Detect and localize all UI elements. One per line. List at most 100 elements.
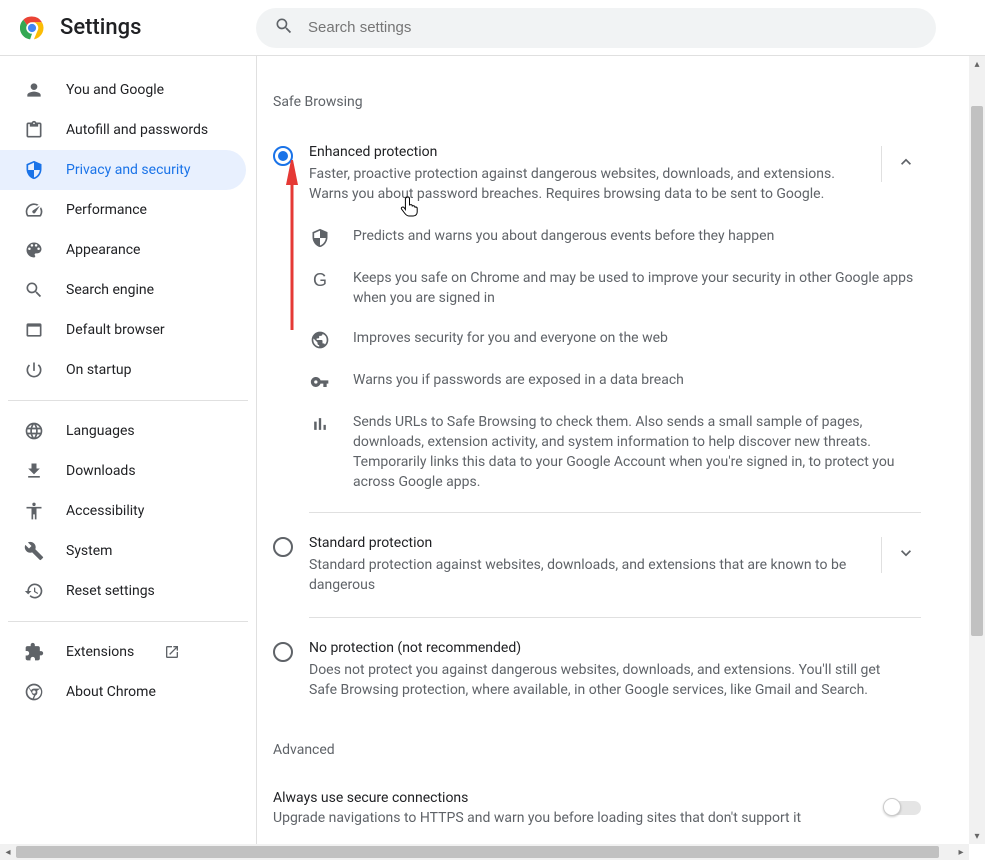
sidebar-item-you-and-google[interactable]: You and Google — [0, 70, 246, 110]
palette-icon — [24, 240, 44, 260]
option-desc: Does not protect you against dangerous w… — [309, 660, 911, 700]
detail-row: G Keeps you safe on Chrome and may be us… — [309, 258, 921, 318]
option-no-protection[interactable]: No protection (not recommended) Does not… — [273, 628, 921, 712]
sidebar-item-label: Accessibility — [66, 503, 144, 519]
sidebar-item-label: Search engine — [66, 282, 154, 298]
divider — [309, 617, 921, 618]
chevron-down-icon — [896, 543, 916, 567]
sidebar-item-label: Downloads — [66, 463, 136, 479]
globe-icon — [24, 421, 44, 441]
speedometer-icon — [24, 200, 44, 220]
sidebar: You and Google Autofill and passwords Pr… — [0, 56, 256, 860]
search-icon — [24, 280, 44, 300]
sidebar-item-label: Reset settings — [66, 583, 155, 599]
sidebar-item-default-browser[interactable]: Default browser — [0, 310, 246, 350]
section-heading: Safe Browsing — [273, 94, 921, 110]
sidebar-item-search-engine[interactable]: Search engine — [0, 270, 246, 310]
scrollbar-thumb[interactable] — [16, 846, 939, 858]
sidebar-item-label: Default browser — [66, 322, 165, 338]
detail-text: Sends URLs to Safe Browsing to check the… — [353, 412, 921, 492]
detail-text: Warns you if passwords are exposed in a … — [353, 370, 684, 390]
chevron-up-icon — [896, 152, 916, 176]
horizontal-scrollbar[interactable]: ◂ ▸ — [0, 844, 969, 860]
sidebar-item-label: Languages — [66, 423, 135, 439]
shield-icon — [24, 160, 44, 180]
sidebar-item-accessibility[interactable]: Accessibility — [0, 491, 246, 531]
sidebar-item-reset[interactable]: Reset settings — [0, 571, 246, 611]
toggle-title: Always use secure connections — [273, 790, 869, 806]
download-icon — [24, 461, 44, 481]
sidebar-item-label: You and Google — [66, 82, 164, 98]
collapse-button[interactable] — [881, 146, 917, 182]
detail-text: Improves security for you and everyone o… — [353, 328, 668, 348]
scroll-left-icon[interactable]: ◂ — [0, 844, 16, 860]
sidebar-item-label: Privacy and security — [66, 162, 190, 178]
detail-text: Keeps you safe on Chrome and may be used… — [353, 268, 921, 308]
option-standard-protection[interactable]: Standard protection Standard protection … — [273, 523, 921, 607]
sidebar-item-appearance[interactable]: Appearance — [0, 230, 246, 270]
radio-standard[interactable] — [273, 537, 293, 557]
divider — [309, 512, 921, 513]
toggle-row-https: Always use secure connections Upgrade na… — [273, 778, 921, 838]
detail-row: Predicts and warns you about dangerous e… — [309, 216, 921, 258]
toggle-desc: Upgrade navigations to HTTPS and warn yo… — [273, 810, 869, 826]
sidebar-item-extensions[interactable]: Extensions — [0, 632, 246, 672]
expand-button[interactable] — [881, 537, 917, 573]
sidebar-item-system[interactable]: System — [0, 531, 246, 571]
sidebar-item-label: System — [66, 543, 112, 559]
sidebar-item-downloads[interactable]: Downloads — [0, 451, 246, 491]
header: Settings — [0, 0, 985, 56]
public-icon — [309, 330, 331, 350]
toggle-https[interactable] — [885, 801, 921, 815]
radio-none[interactable] — [273, 642, 293, 662]
search-box[interactable] — [256, 8, 936, 48]
vertical-scrollbar[interactable]: ▴ ▾ — [969, 56, 985, 844]
clipboard-icon — [24, 120, 44, 140]
sidebar-item-on-startup[interactable]: On startup — [0, 350, 246, 390]
bar-chart-icon — [309, 414, 331, 434]
sidebar-item-performance[interactable]: Performance — [0, 190, 246, 230]
extension-icon — [24, 642, 44, 662]
shield-icon — [309, 228, 331, 248]
option-desc: Faster, proactive protection against dan… — [309, 164, 869, 204]
advanced-heading: Advanced — [273, 742, 921, 758]
sidebar-item-languages[interactable]: Languages — [0, 411, 246, 451]
scroll-up-icon[interactable]: ▴ — [969, 56, 985, 72]
divider — [8, 400, 248, 401]
divider — [8, 621, 248, 622]
sidebar-item-label: Autofill and passwords — [66, 122, 208, 138]
sidebar-item-label: About Chrome — [66, 684, 156, 700]
wrench-icon — [24, 541, 44, 561]
google-g-icon: G — [309, 270, 331, 291]
option-enhanced-protection[interactable]: Enhanced protection Faster, proactive pr… — [273, 132, 921, 216]
detail-row: Improves security for you and everyone o… — [309, 318, 921, 360]
search-icon — [274, 16, 294, 40]
accessibility-icon — [24, 501, 44, 521]
power-icon — [24, 360, 44, 380]
sidebar-item-label: Appearance — [66, 242, 140, 258]
person-icon — [24, 80, 44, 100]
browser-window-icon — [24, 320, 44, 340]
sidebar-item-label: On startup — [66, 362, 132, 378]
chrome-logo-icon — [20, 16, 44, 40]
detail-text: Predicts and warns you about dangerous e… — [353, 226, 774, 246]
radio-enhanced[interactable] — [273, 146, 293, 166]
option-title: Enhanced protection — [309, 144, 869, 160]
restore-icon — [24, 581, 44, 601]
option-title: No protection (not recommended) — [309, 640, 911, 656]
scroll-down-icon[interactable]: ▾ — [969, 828, 985, 844]
option-title: Standard protection — [309, 535, 869, 551]
content-area: Safe Browsing Enhanced protection Faster… — [256, 56, 985, 860]
option-desc: Standard protection against websites, do… — [309, 555, 869, 595]
scroll-right-icon[interactable]: ▸ — [953, 844, 969, 860]
sidebar-item-autofill[interactable]: Autofill and passwords — [0, 110, 246, 150]
detail-row: Warns you if passwords are exposed in a … — [309, 360, 921, 402]
key-icon — [309, 372, 331, 392]
external-link-icon — [164, 644, 180, 660]
search-input[interactable] — [308, 19, 918, 36]
scrollbar-thumb[interactable] — [971, 106, 983, 636]
sidebar-item-about[interactable]: About Chrome — [0, 672, 246, 712]
page-title: Settings — [60, 15, 240, 40]
sidebar-item-privacy[interactable]: Privacy and security — [0, 150, 246, 190]
detail-row: Sends URLs to Safe Browsing to check the… — [309, 402, 921, 502]
